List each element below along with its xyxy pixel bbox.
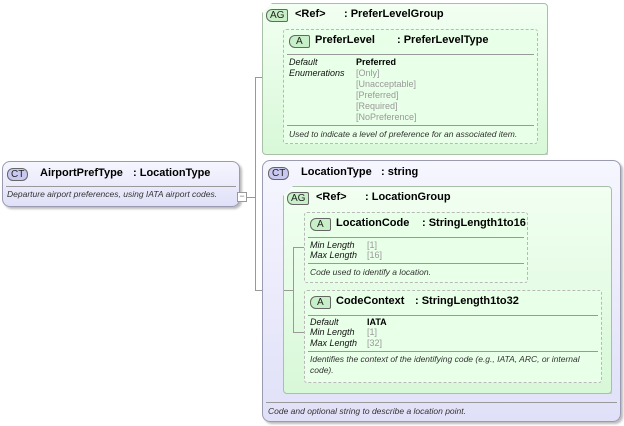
default-value: Preferred bbox=[356, 57, 397, 67]
root-type: : LocationType bbox=[133, 167, 211, 179]
max-length-value: [16] bbox=[367, 250, 383, 260]
divider bbox=[287, 125, 534, 126]
complex-type-icon: CT bbox=[7, 168, 29, 181]
type-description: Code and optional string to describe a l… bbox=[268, 406, 466, 416]
type-base: : string bbox=[381, 166, 419, 178]
min-length-label: Min Length bbox=[310, 327, 355, 337]
attr-name: PreferLevel bbox=[315, 34, 375, 46]
attribute-icon: A bbox=[310, 218, 331, 231]
location-type[interactable]: CT LocationType : string AG <Ref> : Loca… bbox=[262, 160, 621, 422]
enum-value: [Preferred] bbox=[356, 90, 399, 100]
connector bbox=[255, 77, 262, 78]
connector bbox=[293, 247, 304, 248]
connector bbox=[293, 332, 304, 333]
enum-value: [Only] bbox=[356, 68, 380, 78]
connector bbox=[293, 247, 294, 332]
divider bbox=[6, 186, 236, 187]
attr-name: CodeContext bbox=[336, 295, 405, 307]
enumerations-label: Enumerations bbox=[289, 68, 345, 78]
enum-value: [Required] bbox=[356, 101, 398, 111]
root-name: AirportPrefType bbox=[40, 167, 123, 179]
attr-name: LocationCode bbox=[336, 217, 410, 229]
location-group[interactable]: AG <Ref> : LocationGroup A LocationCode … bbox=[283, 186, 612, 394]
attribute-group-icon: AG bbox=[287, 192, 310, 205]
complex-type-icon: CT bbox=[268, 167, 290, 180]
divider bbox=[287, 54, 534, 55]
attribute-icon: A bbox=[310, 296, 331, 309]
default-label: Default bbox=[289, 57, 318, 67]
group-type: : LocationGroup bbox=[365, 191, 451, 203]
root-complex-type[interactable]: CT AirportPrefType : LocationType Depart… bbox=[2, 161, 240, 207]
attr-type: : StringLength1to32 bbox=[415, 295, 519, 307]
attr-description: Used to indicate a level of preference f… bbox=[289, 129, 518, 139]
divider bbox=[308, 351, 598, 352]
prefer-level-group[interactable]: AG <Ref> : PreferLevelGroup A PreferLeve… bbox=[262, 3, 548, 155]
enum-value: [Unacceptable] bbox=[356, 79, 417, 89]
max-length-label: Max Length bbox=[310, 250, 358, 260]
attribute-prefer-level[interactable]: A PreferLevel : PreferLevelType Default … bbox=[283, 29, 538, 144]
ref-label: <Ref> bbox=[295, 8, 326, 20]
divider bbox=[308, 315, 598, 316]
divider bbox=[308, 237, 524, 238]
ref-label: <Ref> bbox=[316, 191, 347, 203]
divider bbox=[308, 263, 524, 264]
connector bbox=[284, 290, 293, 291]
max-length-value: [32] bbox=[367, 338, 383, 348]
attr-description: Identifies the context of the identifyin… bbox=[310, 354, 580, 375]
enum-value: [NoPreference] bbox=[356, 112, 417, 122]
attribute-group-icon: AG bbox=[266, 9, 289, 22]
root-description: Departure airport preferences, using IAT… bbox=[7, 189, 218, 199]
collapse-button[interactable]: − bbox=[237, 192, 247, 202]
max-length-label: Max Length bbox=[310, 338, 358, 348]
attr-description: Code used to identify a location. bbox=[310, 267, 431, 277]
type-name: LocationType bbox=[301, 166, 372, 178]
attribute-icon: A bbox=[289, 35, 310, 48]
min-length-value: [1] bbox=[367, 327, 378, 337]
group-type: : PreferLevelGroup bbox=[344, 8, 444, 20]
attribute-code-context[interactable]: A CodeContext : StringLength1to32 Defaul… bbox=[304, 290, 602, 383]
attr-type: : StringLength1to16 bbox=[422, 217, 526, 229]
divider bbox=[266, 402, 617, 403]
attr-type: : PreferLevelType bbox=[397, 34, 489, 46]
connector bbox=[255, 77, 256, 290]
connector bbox=[255, 290, 262, 291]
attribute-location-code[interactable]: A LocationCode : StringLength1to16 Min L… bbox=[304, 212, 528, 283]
